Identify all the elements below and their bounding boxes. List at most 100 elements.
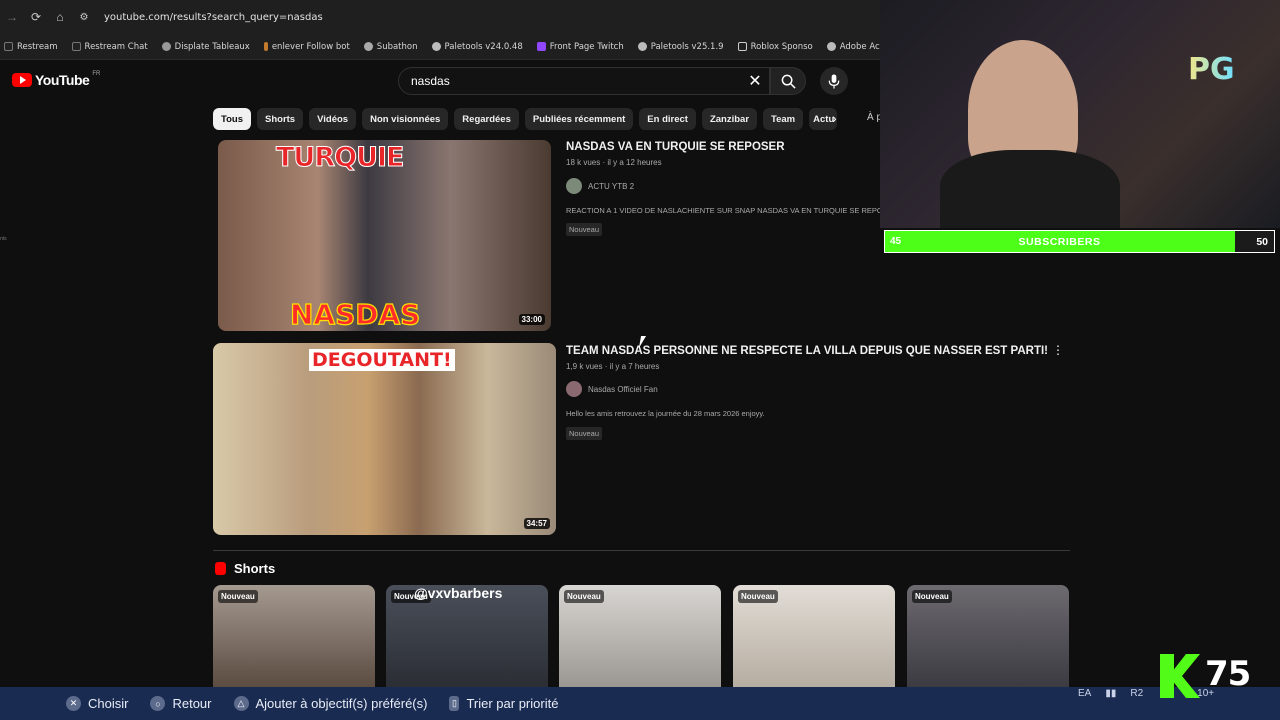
bookmark-label: Roblox Sponso xyxy=(750,41,813,52)
browser-toolbar: → ⟳ ⌂ ⚙ youtube.com/results?search_query… xyxy=(0,0,880,34)
chip-team[interactable]: Team xyxy=(763,108,804,130)
short-card[interactable]: Nouveau xyxy=(213,585,375,689)
bookmark-item[interactable]: Roblox Sponso xyxy=(737,41,813,52)
short-card[interactable]: Nouveau xyxy=(733,585,895,689)
bookmark-item[interactable]: Restream xyxy=(4,42,58,52)
search-button[interactable] xyxy=(770,67,806,95)
short-card[interactable]: Nouveau @vxvbarbers xyxy=(386,585,548,689)
thumbnail-title-text: DEGOUTANT! xyxy=(309,349,455,371)
globe-icon xyxy=(826,42,836,51)
video-description: Hello les amis retrouvez la journée du 2… xyxy=(566,409,765,418)
chips-next-icon[interactable]: › xyxy=(832,110,837,126)
hint-label: Ajouter à objectif(s) préféré(s) xyxy=(255,696,428,711)
hint-label: Choisir xyxy=(88,696,129,711)
bot-icon xyxy=(263,42,268,51)
video-description: REACTION A 1 VIDEO DE NASLACHIENTE SUR S… xyxy=(566,206,880,215)
back-hint[interactable]: ○ Retour xyxy=(150,696,212,711)
video-duration: 33:00 xyxy=(518,314,545,325)
bookmark-label: Restream xyxy=(17,41,58,52)
video-title[interactable]: NASDAS VA EN TURQUIE SE REPOSER xyxy=(566,141,785,153)
bookmark-item[interactable]: Paletools v24.0.48 xyxy=(431,41,523,52)
bookmark-item[interactable]: Subathon xyxy=(363,41,418,52)
address-bar[interactable]: youtube.com/results?search_query=nasdas xyxy=(104,12,323,23)
voice-search-button[interactable] xyxy=(820,67,848,95)
filter-chips: Tous Shorts Vidéos Non visionnées Regard… xyxy=(213,108,838,130)
circle-button-icon: ○ xyxy=(150,696,166,711)
restream-icon xyxy=(4,42,13,51)
back-icon[interactable]: → xyxy=(0,5,24,29)
bookmark-label: enlever Follow bot xyxy=(271,41,350,52)
search-icon xyxy=(781,74,796,89)
chip-all[interactable]: Tous xyxy=(213,108,251,130)
bookmark-label: Displate Tableaux xyxy=(174,41,250,52)
screen: → ⟳ ⌂ ⚙ youtube.com/results?search_query… xyxy=(0,0,1280,720)
more-options-icon[interactable]: ⋮ xyxy=(1052,343,1064,357)
ea-icon: EA xyxy=(1078,688,1092,699)
subscriber-goal-target: 50 xyxy=(1256,236,1268,248)
new-badge: Nouveau xyxy=(218,590,258,603)
new-badge: Nouveau xyxy=(564,590,604,603)
channel-avatar xyxy=(566,381,582,397)
channel-avatar xyxy=(566,178,582,194)
clear-search-icon[interactable]: ✕ xyxy=(745,71,765,91)
bookmark-label: Front Page Twitch xyxy=(549,41,624,52)
overlay-initials: PG xyxy=(1188,52,1235,87)
bookmark-label: Restream Chat xyxy=(84,41,148,52)
triangle-button-icon: △ xyxy=(233,696,249,711)
channel-link[interactable]: Nasdas Officiel Fan xyxy=(566,381,658,397)
short-overlay-text: @vxvbarbers xyxy=(414,585,503,601)
signal-icon: ▮▮ xyxy=(1105,688,1117,699)
channel-name: Nasdas Officiel Fan xyxy=(588,384,658,394)
video-thumbnail[interactable]: DEGOUTANT! 34:57 xyxy=(213,343,556,535)
sort-hint[interactable]: ▯ Trier par priorité xyxy=(449,696,558,711)
chip-recent[interactable]: Publiées récemment xyxy=(524,108,634,130)
bookmark-item[interactable]: Front Page Twitch xyxy=(536,41,624,52)
new-badge: Nouveau xyxy=(912,590,952,603)
bookmark-item[interactable]: enlever Follow bot xyxy=(263,41,350,52)
chip-live[interactable]: En direct xyxy=(639,108,696,130)
section-divider xyxy=(213,550,1070,551)
subscriber-goal-bar: 45 SUBSCRIBERS 50 xyxy=(884,230,1275,253)
region-code: FR xyxy=(92,71,101,77)
webcam-feed xyxy=(880,0,1280,228)
bookmark-label: Paletools v25.1.9 xyxy=(650,41,724,52)
globe-icon xyxy=(431,42,441,51)
home-icon[interactable]: ⌂ xyxy=(48,5,72,29)
new-badge: Nouveau xyxy=(566,223,603,236)
chip-shorts[interactable]: Shorts xyxy=(257,108,304,130)
youtube-wordmark: YouTube xyxy=(35,72,90,88)
search-query: nasdas xyxy=(411,74,450,88)
short-card[interactable]: Nouveau xyxy=(907,585,1069,689)
bookmark-item[interactable]: Displate Tableaux xyxy=(161,41,250,52)
youtube-logo[interactable]: YouTube FR xyxy=(12,71,101,88)
site-info-icon[interactable]: ⚙ xyxy=(72,5,96,29)
channel-link[interactable]: ACTU YTB 2 xyxy=(566,178,634,194)
microphone-icon xyxy=(828,73,840,89)
bookmark-label: Subathon xyxy=(376,41,418,52)
displate-icon xyxy=(161,42,171,51)
chip-watched[interactable]: Regardées xyxy=(454,108,519,130)
restream-icon xyxy=(71,42,81,51)
select-hint[interactable]: ✕ Choisir xyxy=(66,696,128,711)
thumbnail-caption-text: NASDAS xyxy=(289,297,421,331)
favorite-hint[interactable]: △ Ajouter à objectif(s) préféré(s) xyxy=(233,696,428,711)
short-card[interactable]: Nouveau xyxy=(559,585,721,689)
chip-unwatched[interactable]: Non visionnées xyxy=(362,108,449,130)
shorts-icon xyxy=(215,562,226,575)
shorts-title: Shorts xyxy=(234,561,276,576)
bookmark-item[interactable]: Paletools v25.1.9 xyxy=(637,41,724,52)
video-meta: 18 k vues · il y a 12 heures xyxy=(566,158,662,167)
chip-videos[interactable]: Vidéos xyxy=(309,108,357,130)
search-input[interactable]: nasdas xyxy=(398,67,770,95)
new-badge: Nouveau xyxy=(738,590,778,603)
video-thumbnail[interactable]: TURQUIE NASDAS 33:00 xyxy=(218,140,551,331)
bookmark-label: Paletools v24.0.48 xyxy=(444,41,523,52)
video-meta: 1,9 k vues · il y a 7 heures xyxy=(566,362,660,371)
bookmark-item[interactable]: Restream Chat xyxy=(71,41,148,52)
twitch-icon xyxy=(536,42,546,51)
reload-icon[interactable]: ⟳ xyxy=(24,5,48,29)
r2-icon: R2 xyxy=(1130,688,1144,699)
thumbnail-title-text: TURQUIE xyxy=(276,142,405,174)
chip-zanzibar[interactable]: Zanzibar xyxy=(701,108,758,130)
sidebar-edge-text: nts xyxy=(0,236,7,242)
